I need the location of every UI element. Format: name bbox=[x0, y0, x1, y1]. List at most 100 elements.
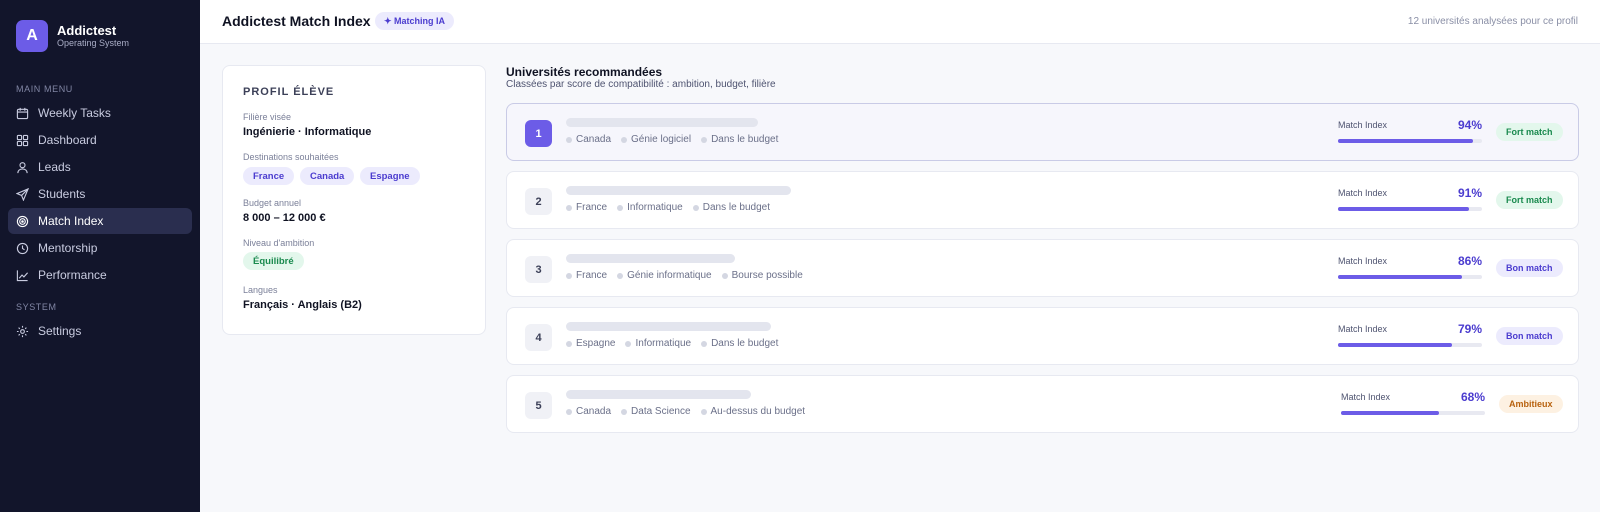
sidebar-item-dashboard[interactable]: Dashboard bbox=[8, 127, 192, 153]
sidebar-item-performance[interactable]: Performance bbox=[8, 262, 192, 288]
destination-chip: Canada bbox=[300, 167, 355, 185]
match-verdict-badge: Bon match bbox=[1496, 327, 1563, 345]
match-index-label: Match Index bbox=[1338, 120, 1388, 130]
university-card[interactable]: 2 France Informatique Dans le budget Mat… bbox=[506, 171, 1579, 229]
sidebar-item-mentorship[interactable]: Mentorship bbox=[8, 235, 192, 261]
profile-title: PROFIL ÉLÈVE bbox=[243, 86, 335, 98]
match-index-label: Match Index bbox=[1341, 392, 1391, 402]
rank-badge: 5 bbox=[525, 392, 552, 419]
match-score: 68% bbox=[1460, 390, 1485, 404]
sidebar-item-weekly-tasks[interactable]: Weekly Tasks bbox=[8, 100, 192, 126]
tag-budget: Dans le budget bbox=[692, 202, 770, 213]
tag-funding: Bourse possible bbox=[721, 270, 803, 281]
match-progress-fill bbox=[1338, 207, 1470, 211]
match-progress-fill bbox=[1338, 275, 1462, 279]
match-index-label: Match Index bbox=[1338, 188, 1388, 198]
budget-value: 8 000 – 12 000 € bbox=[243, 212, 326, 224]
university-name-placeholder bbox=[566, 322, 771, 331]
university-name-placeholder bbox=[566, 118, 758, 127]
clock-icon bbox=[16, 242, 29, 255]
sidebar-item-label: Mentorship bbox=[38, 241, 98, 255]
grid-icon bbox=[16, 134, 29, 147]
university-name-placeholder bbox=[566, 254, 735, 263]
match-score: 86% bbox=[1457, 254, 1482, 268]
university-name-placeholder bbox=[566, 186, 791, 195]
university-name-placeholder bbox=[566, 390, 751, 399]
sidebar: A Addictest Operating System MAIN MENU W… bbox=[0, 0, 200, 512]
sidebar-item-leads[interactable]: Leads bbox=[8, 154, 192, 180]
match-verdict-badge: Bon match bbox=[1496, 259, 1563, 277]
ambition-label: Niveau d'ambition bbox=[243, 238, 315, 248]
university-card[interactable]: 1 Canada Génie logiciel Dans le budget M… bbox=[506, 103, 1579, 161]
page-title: Addictest Match Index bbox=[222, 13, 371, 29]
match-index-label: Match Index bbox=[1338, 324, 1388, 334]
tag-country: Canada bbox=[566, 406, 611, 417]
brand-logo: A bbox=[16, 20, 48, 52]
match-verdict-badge: Fort match bbox=[1496, 191, 1563, 209]
rank-badge: 4 bbox=[525, 324, 552, 351]
match-progress-fill bbox=[1338, 139, 1474, 143]
recommendations-title: Universités recommandées bbox=[506, 65, 663, 79]
match-progress-fill bbox=[1341, 411, 1439, 415]
university-tags: France Génie informatique Bourse possibl… bbox=[566, 270, 813, 281]
match-index-label: Match Index bbox=[1338, 256, 1388, 266]
sidebar-item-label: Match Index bbox=[38, 214, 104, 228]
tag-country: France bbox=[566, 270, 607, 281]
top-header: Addictest Match Index ✦ Matching IA 12 u… bbox=[200, 0, 1600, 44]
rank-badge: 1 bbox=[525, 120, 552, 147]
university-tags: Canada Data Science Au-dessus du budget bbox=[566, 406, 815, 417]
languages-label: Langues bbox=[243, 285, 278, 295]
student-profile-card: PROFIL ÉLÈVE Filière visée Ingénierie · … bbox=[222, 65, 486, 335]
university-tags: France Informatique Dans le budget bbox=[566, 202, 780, 213]
user-icon bbox=[16, 161, 29, 174]
university-card[interactable]: 3 France Génie informatique Bourse possi… bbox=[506, 239, 1579, 297]
sidebar-item-label: Leads bbox=[38, 160, 71, 174]
match-progress-bar bbox=[1338, 139, 1482, 143]
target-icon bbox=[16, 215, 29, 228]
match-progress-fill bbox=[1338, 343, 1452, 347]
match-progress-bar bbox=[1341, 411, 1485, 415]
brand[interactable]: A Addictest Operating System bbox=[16, 20, 129, 52]
chart-icon bbox=[16, 269, 29, 282]
university-card[interactable]: 4 Espagne Informatique Dans le budget Ma… bbox=[506, 307, 1579, 365]
sidebar-item-label: Performance bbox=[38, 268, 107, 282]
calendar-icon bbox=[16, 107, 29, 120]
sidebar-item-label: Students bbox=[38, 187, 86, 201]
university-card[interactable]: 5 Canada Data Science Au-dessus du budge… bbox=[506, 375, 1579, 433]
sidebar-item-settings[interactable]: Settings bbox=[8, 318, 192, 344]
tag-program: Informatique bbox=[617, 202, 683, 213]
sidebar-item-label: Weekly Tasks bbox=[38, 106, 111, 120]
match-score: 79% bbox=[1457, 322, 1482, 336]
match-progress-bar bbox=[1338, 275, 1482, 279]
rank-badge: 3 bbox=[525, 256, 552, 283]
tag-country: Canada bbox=[566, 134, 611, 145]
match-progress-bar bbox=[1338, 207, 1482, 211]
match-progress-bar bbox=[1338, 343, 1482, 347]
match-verdict-badge: Ambitieux bbox=[1499, 395, 1563, 413]
brand-name: Addictest bbox=[57, 23, 117, 38]
tag-program: Informatique bbox=[625, 338, 691, 349]
tag-budget: Au-dessus du budget bbox=[700, 406, 805, 417]
sidebar-item-students[interactable]: Students bbox=[8, 181, 192, 207]
tag-program: Data Science bbox=[621, 406, 691, 417]
match-verdict-badge: Fort match bbox=[1496, 123, 1563, 141]
sidebar-item-label: Settings bbox=[38, 324, 82, 338]
destination-chip: Espagne bbox=[360, 167, 420, 185]
destination-chip: France bbox=[243, 167, 295, 185]
system-label: SYSTEM bbox=[16, 302, 57, 312]
analysis-count-note: 12 universités analysées pour ce profil bbox=[1407, 16, 1578, 27]
recommendations-subtitle: Classées par score de compatibilité : am… bbox=[506, 79, 776, 90]
sidebar-item-match-index[interactable]: Match Index bbox=[8, 208, 192, 234]
ambition-chip: Équilibré bbox=[243, 252, 304, 270]
university-tags: Canada Génie logiciel Dans le budget bbox=[566, 134, 788, 145]
tag-program: Génie informatique bbox=[617, 270, 712, 281]
rank-badge: 2 bbox=[525, 188, 552, 215]
tag-program: Génie logiciel bbox=[621, 134, 691, 145]
matching-ia-badge: ✦ Matching IA bbox=[375, 12, 455, 30]
send-icon bbox=[16, 187, 29, 201]
tag-country: France bbox=[566, 202, 607, 213]
gear-icon bbox=[16, 325, 29, 338]
match-score: 94% bbox=[1457, 118, 1482, 132]
match-score: 91% bbox=[1457, 186, 1482, 200]
brand-subtitle: Operating System bbox=[57, 38, 130, 48]
